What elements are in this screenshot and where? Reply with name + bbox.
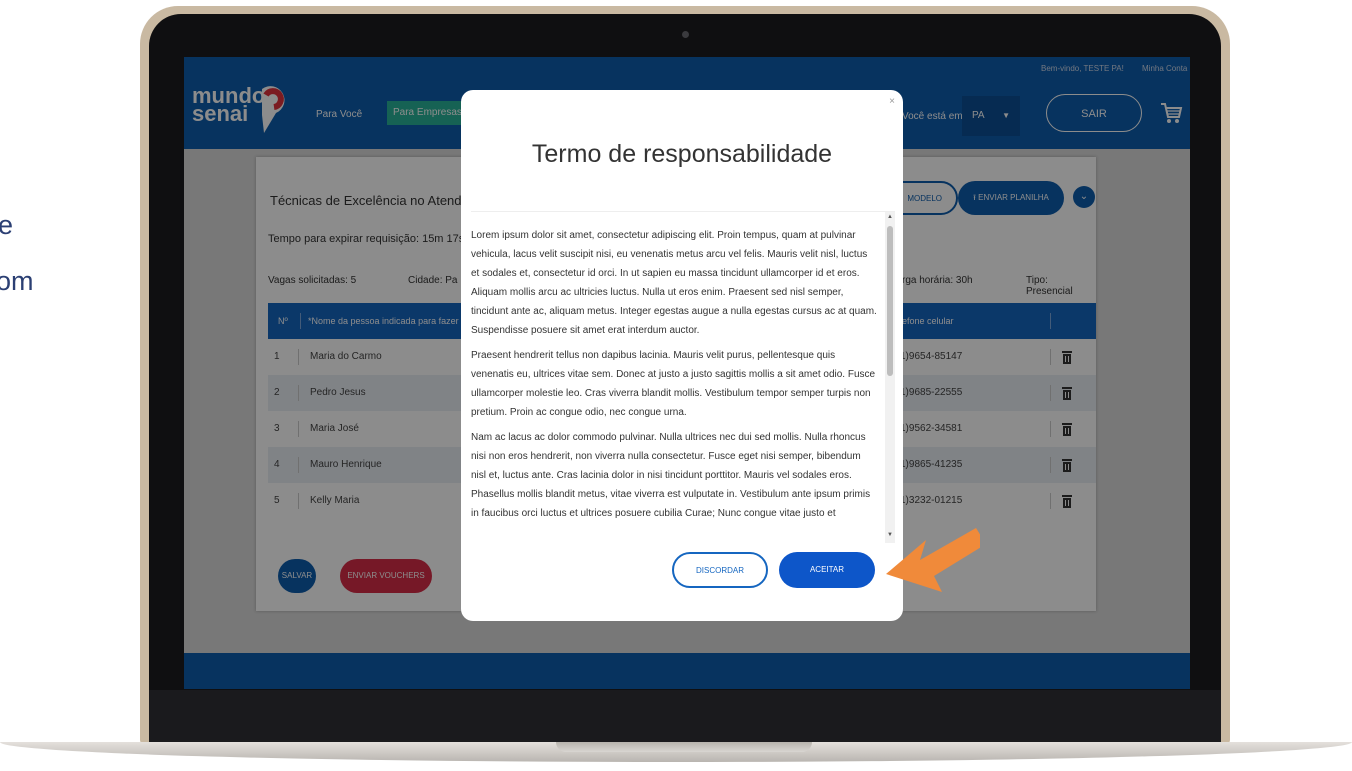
webcam — [682, 31, 689, 38]
terms-scroll-area[interactable]: Lorem ipsum dolor sit amet, consectetur … — [471, 211, 895, 543]
terms-paragraph: Nam ac lacus ac dolor commodo pulvinar. … — [471, 432, 871, 519]
scroll-up-icon[interactable]: ▲ — [887, 214, 893, 220]
terms-modal: × Termo de responsabilidade Lorem ipsum … — [461, 90, 903, 621]
laptop-notch — [556, 742, 812, 752]
terms-text: Lorem ipsum dolor sit amet, consectetur … — [471, 226, 877, 529]
scrollbar-thumb[interactable] — [887, 226, 893, 376]
terms-paragraph: Praesent hendrerit tellus non dapibus la… — [471, 350, 876, 418]
laptop-chin — [149, 690, 1221, 742]
background-text-line2: om — [0, 266, 34, 296]
terms-paragraph: Lorem ipsum dolor sit amet, consectetur … — [471, 230, 877, 336]
pointer-arrow-icon — [886, 528, 980, 592]
laptop-screen: mundo senai Para Você Para Empresas Bem-… — [184, 57, 1190, 689]
accept-button[interactable]: ACEITAR — [779, 552, 875, 588]
close-icon[interactable]: × — [889, 96, 895, 107]
scrollbar[interactable]: ▲ ▼ — [885, 212, 895, 543]
disagree-button[interactable]: DISCORDAR — [672, 552, 768, 588]
background-text-line1: e — [0, 210, 14, 240]
modal-title: Termo de responsabilidade — [531, 140, 833, 168]
